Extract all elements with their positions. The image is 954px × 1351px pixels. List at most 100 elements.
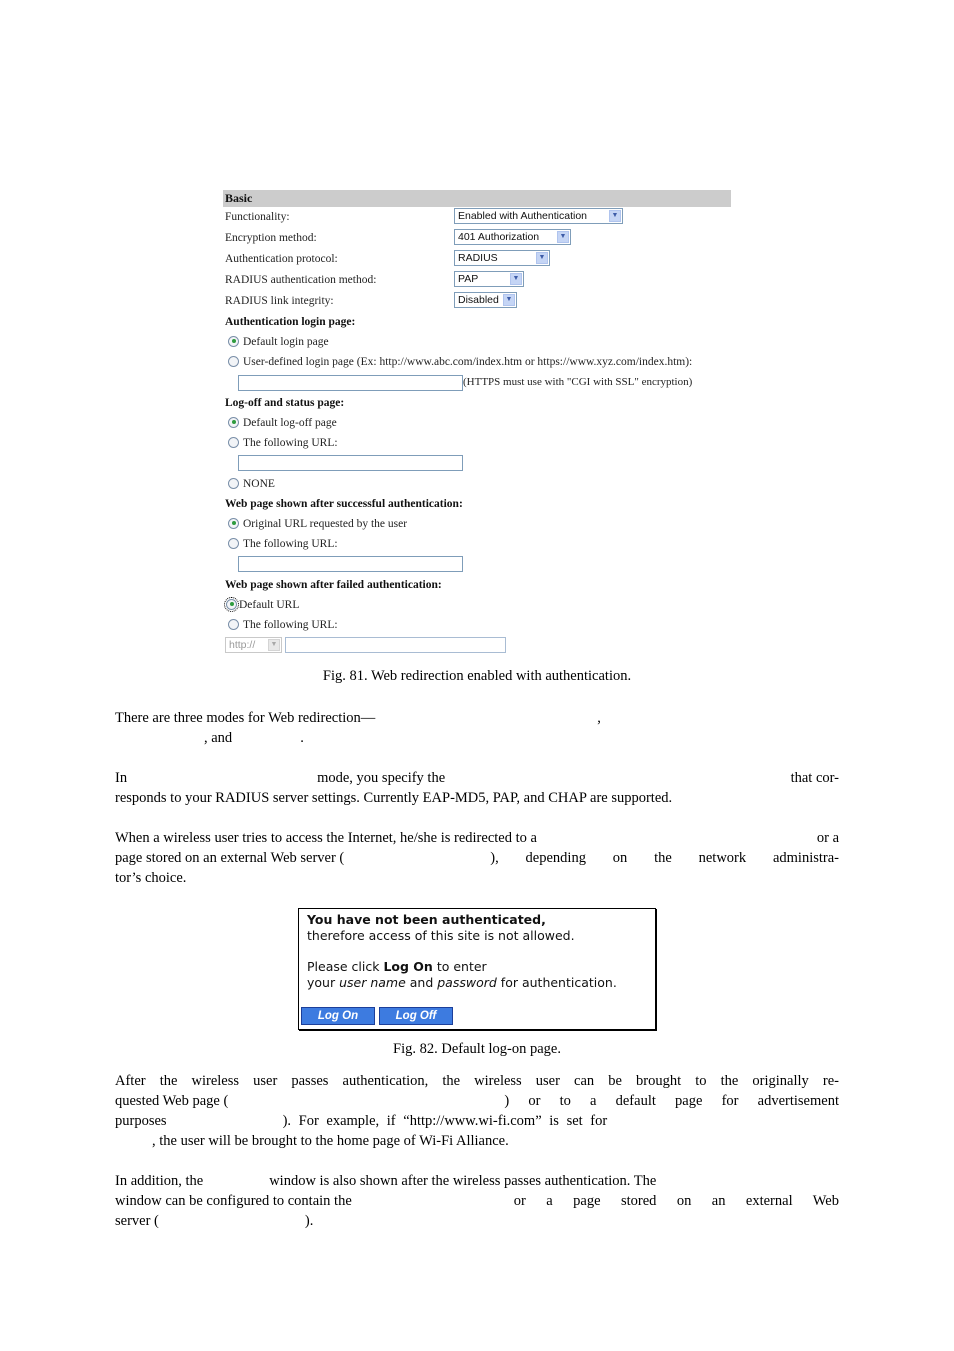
radio-selected-icon[interactable] [228, 517, 239, 529]
success-option-original[interactable]: Original URL requested by the user [223, 514, 731, 534]
success-url-input[interactable] [238, 556, 463, 573]
text: , and [204, 730, 233, 746]
encryption-method-row: Encryption method: 401 Authorization ▼ [223, 228, 731, 249]
success-page-heading: Web page shown after successful authenti… [225, 498, 463, 510]
text: server ( [115, 1213, 159, 1229]
functionality-label: Functionality: [225, 211, 290, 223]
text: user name [339, 974, 406, 990]
radius-link-integrity-label: RADIUS link integrity: [225, 295, 334, 307]
radius-auth-method-label: RADIUS authentication method: [225, 274, 377, 286]
radius-auth-method-value: PAP [458, 273, 479, 285]
failed-option-url-label: The following URL: [243, 619, 338, 631]
encryption-method-label: Encryption method: [225, 232, 317, 244]
text: or a [816, 830, 839, 846]
encryption-method-select[interactable]: 401 Authorization ▼ [454, 229, 571, 245]
radio-unselected-icon[interactable] [228, 477, 239, 489]
logoff-option-none[interactable]: NONE [223, 474, 731, 494]
text: that cor- [790, 770, 839, 786]
text: ) or to a default page for advertisement [504, 1093, 839, 1109]
failed-url-line: http:// ▼ [223, 635, 731, 656]
logon-message-body: therefore access of this site is not all… [307, 927, 575, 943]
radio-unselected-icon[interactable] [228, 537, 239, 549]
login-url-input[interactable] [238, 374, 463, 391]
text: , the user will be brought to the home p… [152, 1133, 509, 1149]
authentication-protocol-row: Authentication protocol: RADIUS ▼ [223, 249, 731, 270]
radius-auth-method-select[interactable]: PAP ▼ [454, 271, 524, 287]
text: In [115, 770, 128, 786]
web-redirection-settings-form: Basic Functionality: Enabled with Authen… [223, 190, 731, 656]
logoff-url-input[interactable] [238, 455, 463, 472]
log-off-button[interactable]: Log Off [379, 1007, 453, 1025]
text: quested Web page ( [115, 1093, 229, 1109]
text: ). [304, 1213, 314, 1229]
functionality-value: Enabled with Authentication [458, 210, 588, 222]
paragraph-auth-mode: In mode, you specify the that cor- respo… [115, 768, 839, 808]
failed-option-default[interactable]: Default URL [223, 595, 731, 615]
success-option-url-label: The following URL: [243, 538, 338, 550]
logoff-page-heading: Log-off and status page: [225, 397, 345, 409]
radio-unselected-icon[interactable] [228, 618, 239, 630]
chevron-down-icon: ▼ [268, 639, 280, 652]
success-option-original-label: Original URL requested by the user [243, 518, 408, 530]
success-url-line [223, 554, 731, 575]
logoff-url-line [223, 453, 731, 474]
login-option-user-defined-label: User-defined login page (Ex: http://www.… [243, 356, 693, 368]
radius-link-integrity-select[interactable]: Disabled ▼ [454, 292, 517, 308]
radio-selected-icon[interactable] [228, 335, 239, 347]
text: Please click [307, 959, 384, 974]
logoff-option-none-label: NONE [243, 478, 275, 490]
text: ), depending on the network administra- [490, 850, 839, 866]
authentication-protocol-select[interactable]: RADIUS ▼ [454, 250, 550, 266]
radius-link-integrity-value: Disabled [458, 294, 499, 306]
chevron-down-icon: ▼ [510, 273, 522, 285]
text: window is also shown after the wireless … [269, 1173, 657, 1189]
default-logon-page: You have not been authenticated, therefo… [298, 908, 656, 1030]
text: In addition, the [115, 1173, 204, 1189]
radio-unselected-icon[interactable] [228, 436, 239, 448]
functionality-select[interactable]: Enabled with Authentication ▼ [454, 208, 623, 224]
text: . [300, 730, 304, 746]
text: , [597, 710, 601, 726]
paragraph-modes: There are three modes for Web redirectio… [115, 708, 839, 748]
text: and [405, 974, 438, 990]
radius-auth-method-row: RADIUS authentication method: PAP ▼ [223, 270, 731, 291]
figure-81-caption: Fig. 81. Web redirection enabled with au… [322, 668, 632, 684]
figure-82-caption: Fig. 82. Default log-on page. [393, 1041, 561, 1057]
radio-unselected-icon[interactable] [228, 355, 239, 367]
paragraph-after-auth: After the wireless user passes authentic… [115, 1071, 839, 1151]
logon-buttons: Log On Log Off [299, 1007, 457, 1025]
text: responds to your RADIUS server settings.… [115, 790, 673, 806]
login-option-default[interactable]: Default login page [223, 332, 731, 352]
radio-selected-icon[interactable] [224, 596, 239, 612]
failed-option-default-label: Default URL [239, 599, 300, 611]
logoff-option-default[interactable]: Default log-off page [223, 413, 731, 433]
failed-protocol-select[interactable]: http:// ▼ [225, 637, 282, 654]
paragraph-redirect: When a wireless user tries to access the… [115, 828, 839, 888]
logon-instruction-2: your user name and password for authenti… [307, 975, 655, 991]
text: your [307, 974, 340, 990]
https-note: (HTTPS must use with "CGI with SSL" encr… [463, 376, 693, 388]
section-title-basic: Basic [223, 190, 731, 207]
failed-option-url[interactable]: The following URL: [223, 615, 731, 635]
login-option-default-label: Default login page [243, 336, 329, 348]
failed-url-input[interactable] [284, 637, 506, 654]
authentication-protocol-label: Authentication protocol: [225, 253, 338, 265]
logoff-option-url[interactable]: The following URL: [223, 433, 731, 453]
failed-page-heading: Web page shown after failed authenticati… [225, 579, 442, 591]
login-option-user-defined[interactable]: User-defined login page (Ex: http://www.… [223, 352, 731, 372]
functionality-row: Functionality: Enabled with Authenticati… [223, 207, 731, 228]
text: When a wireless user tries to access the… [115, 830, 537, 846]
text: window can be configured to contain the [115, 1193, 352, 1209]
radius-link-integrity-row: RADIUS link integrity: Disabled ▼ [223, 291, 731, 312]
text: page stored on an external Web server ( [115, 850, 345, 866]
radio-selected-icon[interactable] [228, 416, 239, 428]
text: There are three modes for Web redirectio… [115, 710, 376, 726]
authentication-protocol-value: RADIUS [458, 252, 498, 264]
success-option-url[interactable]: The following URL: [223, 534, 731, 554]
log-on-button[interactable]: Log On [301, 1007, 375, 1025]
chevron-down-icon: ▼ [557, 231, 569, 243]
login-url-line: (HTTPS must use with "CGI with SSL" encr… [223, 372, 731, 393]
text: purposes [115, 1113, 167, 1129]
text: password [437, 974, 497, 990]
failed-protocol-value: http:// [229, 639, 256, 652]
